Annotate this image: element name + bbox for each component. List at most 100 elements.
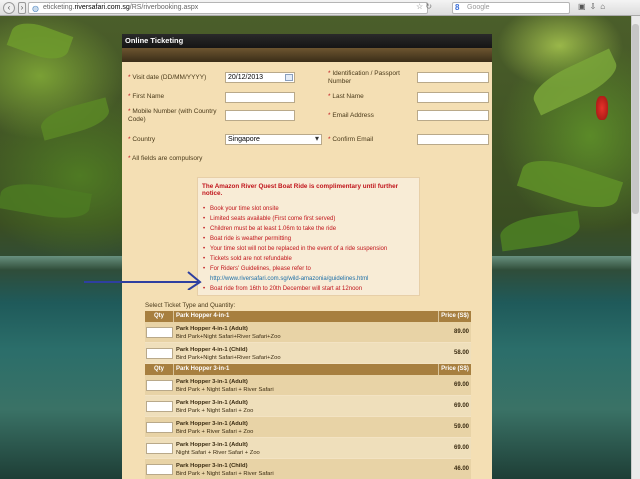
first-name-field[interactable] <box>225 92 295 103</box>
ticket-desc: Bird Park + River Safari + Zoo <box>176 429 254 435</box>
table-row: Park Hopper 3-in-1 (Adult) Night Safari +… <box>145 438 471 459</box>
home-icon[interactable]: ⌂ <box>600 2 609 11</box>
ticket-name: Park Hopper 4-in-1 (Adult) <box>176 326 248 332</box>
last-name-field[interactable] <box>417 92 489 103</box>
notice-item: Boat ride is weather permitting <box>203 234 419 244</box>
ticket-price: 69.00 <box>453 403 469 409</box>
leaf-decoration <box>6 16 74 66</box>
quantity-input[interactable] <box>146 326 173 338</box>
notice-item: Boat ride from 16th to 20th December wil… <box>203 284 419 294</box>
qty-header: Qty <box>145 364 174 375</box>
qty-header: Qty <box>145 311 174 322</box>
price-header: Price (S$) <box>441 313 469 319</box>
leaf-decoration <box>516 151 624 217</box>
annotation-arrow-icon <box>84 271 202 290</box>
url-prefix: eticketing. <box>43 4 75 11</box>
table-header: Qty Park Hopper 3-in-1 Price (S$) <box>145 364 471 375</box>
leaf-decoration <box>498 210 582 252</box>
email-label: * Email Address <box>328 112 374 119</box>
ticket-price: 69.00 <box>453 382 469 388</box>
url-host: riversafari.com.sg <box>74 4 130 11</box>
downloads-icon[interactable]: ⇩ <box>590 2 601 11</box>
quantity-input[interactable] <box>146 347 173 359</box>
notice-item: For Riders' Guidelines, please refer to <box>203 264 419 274</box>
notice-item: Book your time slot onsite <box>203 204 419 214</box>
ticket-name: Park Hopper 3-in-1 (Adult) <box>176 421 248 427</box>
email-field[interactable] <box>417 110 489 121</box>
notice-item: Limited seats available (First come firs… <box>203 214 419 224</box>
boat-ride-notice: The Amazon River Quest Boat Ride is comp… <box>197 177 420 296</box>
url-path: /RS/riverbooking.aspx <box>129 4 199 11</box>
country-select[interactable]: Singapore <box>225 134 322 145</box>
ticket-name: Park Hopper 3-in-1 (Adult) <box>176 400 248 406</box>
browser-right-icons: ▣⇩⌂ <box>578 2 609 11</box>
table-row: Park Hopper 4-in-1 (Child) Bird Park+Nigh… <box>145 343 471 364</box>
forward-icon[interactable]: › <box>18 1 26 14</box>
leaf-decoration <box>37 97 113 141</box>
mobile-label: * Mobile Number (with Country Code) <box>128 108 217 123</box>
reload-icon[interactable]: ↻ <box>425 2 432 11</box>
ticket-name: Park Hopper 3-in-1 (Adult) <box>176 442 248 448</box>
table-row: Park Hopper 3-in-1 (Child) Bird Park + Ni… <box>145 459 471 479</box>
ticket-desc: Night Safari + River Safari + Zoo <box>176 450 260 456</box>
ticket-desc: Bird Park+Night Safari+River Safari+Zoo <box>176 355 281 361</box>
ticket-price: 46.00 <box>453 466 469 472</box>
star-icon[interactable]: ☆ <box>416 2 423 11</box>
search-bar[interactable]: 8 Google <box>452 2 570 14</box>
notice-item: Tickets sold are not refundable <box>203 254 419 264</box>
id-field[interactable] <box>417 72 489 83</box>
bookmarks-icon[interactable]: ▣ <box>578 2 590 11</box>
ticket-price: 89.00 <box>453 329 469 335</box>
calendar-icon[interactable] <box>285 74 293 81</box>
mobile-field[interactable] <box>225 110 295 121</box>
visit-date-field[interactable]: 20/12/2013 <box>225 72 295 83</box>
group-header: Park Hopper 3-in-1 <box>174 364 439 375</box>
ticket-desc: Bird Park+Night Safari+River Safari+Zoo <box>176 334 281 340</box>
red-flower-icon <box>596 96 608 120</box>
ticket-price: 59.00 <box>453 424 469 430</box>
table-header: Qty Park Hopper 4-in-1 Price (S$) <box>145 311 471 322</box>
ticket-desc: Bird Park + Night Safari + River Safari <box>176 387 274 393</box>
price-header: Price (S$) <box>441 366 469 372</box>
ticket-price: 58.00 <box>453 350 469 356</box>
ticket-name: Park Hopper 3-in-1 (Adult) <box>176 379 248 385</box>
guidelines-link[interactable]: http://www.riversafari.com.sg/wild-amazo… <box>210 276 368 282</box>
last-name-label: * Last Name <box>328 93 364 100</box>
notice-item: Children must be at least 1.06m to take … <box>203 224 419 234</box>
quantity-input[interactable] <box>146 379 173 391</box>
table-row: Park Hopper 3-in-1 (Adult) Bird Park + Ni… <box>145 375 471 396</box>
ticket-desc: Bird Park + Night Safari + Zoo <box>176 408 254 414</box>
ticket-price: 69.00 <box>453 445 469 451</box>
group-header: Park Hopper 4-in-1 <box>174 311 439 322</box>
quantity-input[interactable] <box>146 421 173 433</box>
first-name-label: * First Name <box>128 93 165 100</box>
ticket-name: Park Hopper 3-in-1 (Child) <box>176 463 248 469</box>
page-title: Online Ticketing <box>122 34 492 48</box>
select-ticket-title: Select Ticket Type and Quantity: <box>145 302 236 309</box>
ticket-name: Park Hopper 4-in-1 (Child) <box>176 347 248 353</box>
scrollbar-thumb[interactable] <box>632 24 639 214</box>
table-row: Park Hopper 4-in-1 (Adult) Bird Park+Nigh… <box>145 322 471 343</box>
confirm-email-label: * Confirm Email <box>328 136 374 143</box>
address-bar[interactable]: ◍ eticketing.riversafari.com.sg/RS/river… <box>28 2 428 14</box>
ticket-table: Qty Park Hopper 4-in-1 Price (S$) Park H… <box>145 311 471 479</box>
id-label: * Identification / Passport Number <box>328 70 400 85</box>
leaf-decoration <box>527 48 623 116</box>
notice-item: Your time slot will not be replaced in t… <box>203 244 419 254</box>
leaf-decoration <box>0 178 92 224</box>
required-note: * All fields are compulsory <box>128 155 203 162</box>
quantity-input[interactable] <box>146 463 173 475</box>
url-actions: ☆ ↻ <box>416 2 432 11</box>
quantity-input[interactable] <box>146 400 173 412</box>
notice-title: The Amazon River Quest Boat Ride is comp… <box>202 183 399 197</box>
back-icon[interactable]: ‹ <box>3 1 15 14</box>
confirm-email-field[interactable] <box>417 134 489 145</box>
search-engine-icon[interactable]: 8 <box>455 3 459 13</box>
quantity-input[interactable] <box>146 442 173 454</box>
table-row: Park Hopper 3-in-1 (Adult) Bird Park + Ri… <box>145 417 471 438</box>
notice-link-item: http://www.riversafari.com.sg/wild-amazo… <box>203 274 419 284</box>
ticket-desc: Bird Park + Night Safari + River Safari <box>176 471 274 477</box>
notice-list: Book your time slot onsite Limited seats… <box>203 204 419 294</box>
search-placeholder: Google <box>467 4 490 11</box>
table-row: Park Hopper 3-in-1 (Adult) Bird Park + Ni… <box>145 396 471 417</box>
